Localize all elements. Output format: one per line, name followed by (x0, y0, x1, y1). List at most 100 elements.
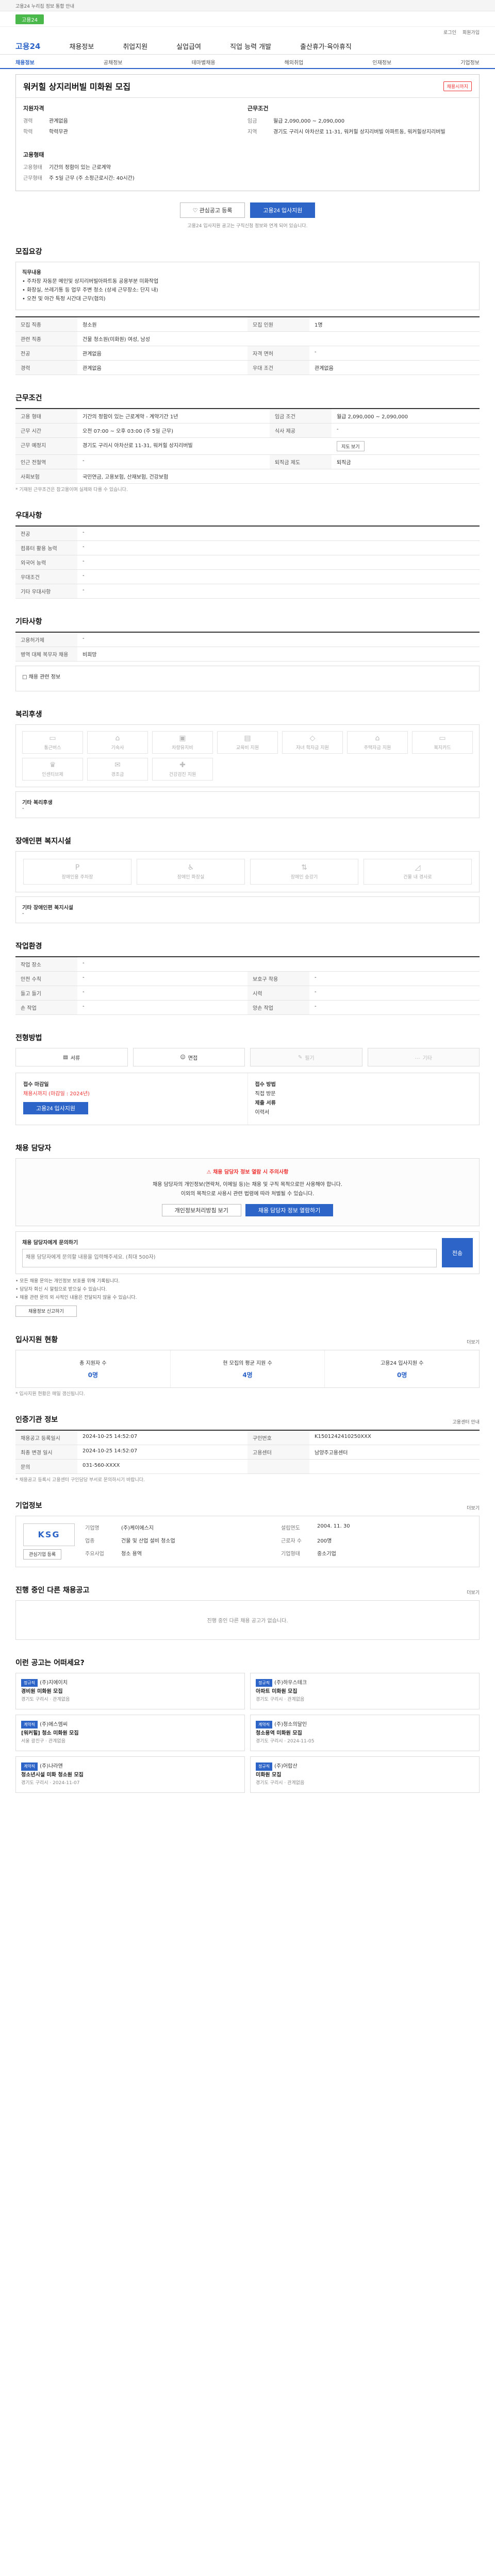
workenv-table: 작업 장소 - 안전 수칙 - 보호구 착용 - 들고 들기 - 시력 - 손 작업 - 양손 작… (15, 956, 480, 1015)
disability-other: 기타 장애인편 복지시설 - (15, 896, 480, 923)
welfare-item: ▣ 차량유지비 (152, 731, 213, 754)
cap-icon: ◇ (309, 734, 316, 742)
company-scrap-button[interactable]: 관심기업 등록 (23, 1549, 62, 1560)
gift-icon: ✉ (114, 761, 121, 769)
disability-item: ♿ 장애인 화장실 (137, 859, 245, 885)
banner-label[interactable]: 고용24 (15, 14, 44, 24)
company-logo: KSG (23, 1523, 75, 1546)
card-icon: ▭ (439, 734, 446, 742)
subnav-item-overseas[interactable]: 해외취업 (285, 58, 304, 66)
apply-info: 접수 마감일 채용시까지 (마감일 : 2024년) 고용24 입사지원 접수 … (15, 1073, 480, 1125)
subnav-item-public[interactable]: 공채정보 (104, 58, 123, 66)
home-loan-icon: ⌂ (375, 734, 380, 742)
util-bar: 로그인 회원가입 (0, 27, 495, 37)
applicants-stats: 총 지원자 수 0명 현 모집의 평균 지원 수 4명 고용24 입사지원 수 0명 (15, 1349, 480, 1388)
etc-section: 기타사항 고용허가제 - 병역 대체 복무자 채용 비희망 □ 채용 관련 정보 (15, 616, 480, 691)
prefs-section: 우대사항 전공 - 컴퓨터 활용 능력 - 외국어 능력 - 우대조건 - 기타 우대사… (15, 510, 480, 599)
disability-item: ◿ 건물 내 경사로 (364, 859, 472, 885)
regist-section: 인증기관 정보 고용센터 안내 채용공고 등록일시 2024-10-25 14:52… (15, 1415, 480, 1483)
pencil-icon: ✎ (298, 1054, 303, 1060)
summary-qualification: 지원자격 경력 관계없음 학력 학력무관 고용형태 고용형태 기간의 정함이 있는 근… (23, 105, 135, 181)
nav-item-benefits[interactable]: 실업급여 (176, 41, 201, 51)
table-row: 고용 형태 기간의 정함이 있는 근로계약 - 계약기간 1년 임금 조건 월급 2,… (15, 408, 480, 423)
welfare-item: ⌂ 주택자금 지원 (347, 731, 408, 754)
job-summary-card: 워커힐 상지리버빌 미화원 모집 채용시까지 지원자격 경력 관계없음 학력 학력무… (15, 74, 480, 191)
welfare-item: ▤ 교육비 지원 (217, 731, 278, 754)
table-row: 전공 - (15, 526, 480, 541)
health-icon: ✚ (179, 761, 186, 769)
apply-button[interactable]: 고용24 입사지원 (250, 202, 316, 218)
subnav-item-theme[interactable]: 테마별채용 (192, 58, 216, 66)
status-badge: 채용시까지 (443, 81, 472, 91)
applicants-section: 입사지원 현황 더보기 총 지원자 수 0명 현 모집의 평균 지원 수 4명 고용2… (15, 1335, 480, 1397)
method-written: ✎ 필기 (250, 1048, 362, 1066)
list-item[interactable]: 정규직 (주)하우스테크 아파트 미화원 모집 경기도 구리시 · 관계없음 (250, 1672, 480, 1709)
list-item[interactable]: 계약직 (주)나라앤 청소년시설 미화 청소원 모집 경기도 구리시 · 2024-1… (15, 1756, 245, 1793)
table-row: 들고 들기 - 시력 - (15, 986, 480, 1001)
signup-link[interactable]: 회원가입 (463, 29, 480, 36)
disability-grid: P 장애인용 주차장 ♿ 장애인 화장실 ⇅ 장애인 승강기 ◿ 건물 내 경사로 (15, 851, 480, 892)
table-row: 전공 관계없음 자격 면허 - (15, 346, 480, 361)
list-item[interactable]: 정규직 (주)어랍산 미화원 모집 경기도 구리시 · 관계없음 (250, 1756, 480, 1793)
job-title: 워커힐 상지리버빌 미화원 모집 (23, 82, 131, 92)
list-item[interactable]: 계약직 (주)청소의달인 청소용역 미화원 모집 경기도 구리시 · 2024-11-… (250, 1714, 480, 1752)
nav-item-jobs[interactable]: 채용정보 (69, 41, 94, 51)
duty-table: 모집 직종 청소원 모집 인원 1명 관련 직종 건물 청소원(미화원) 여성, 남성 … (15, 316, 480, 375)
report-button[interactable]: 채용정보 신고하기 (15, 1305, 77, 1317)
list-item[interactable]: 계약직 (주)에스엠씨 [워커힐] 청소 미화원 모집 서울 광진구 · 관계없음 (15, 1714, 245, 1752)
table-row: 병역 대체 복무자 채용 비희망 (15, 647, 480, 662)
duty-section: 모집요강 직무내용 • 주차장 자동문 메인및 상지리버빌아파트동 공용부분 미… (15, 246, 480, 375)
document-icon: ▤ (63, 1054, 68, 1060)
nav-item-leave[interactable]: 출산휴가·육아휴직 (300, 41, 352, 51)
subnav-item-talent[interactable]: 인재정보 (372, 58, 391, 66)
table-row: 고용허가제 - (15, 632, 480, 647)
welfare-item: ◇ 자녀 학자금 지원 (282, 731, 343, 754)
workenv-section: 작업환경 작업 장소 - 안전 수칙 - 보호구 착용 - 들고 들기 - 시력 - 손 작업… (15, 941, 480, 1015)
company-more-link[interactable]: 더보기 (467, 1504, 480, 1511)
work-note: * 기재된 근무조건은 참고용이며 실제와 다를 수 있습니다. (15, 487, 128, 493)
list-item[interactable]: 정규직 (주)지에이치 경비원 미화원 모집 경기도 구리시 · 관계없음 (15, 1672, 245, 1709)
nav-item-support[interactable]: 취업지원 (123, 41, 147, 51)
company-section: 기업정보 더보기 KSG 관심기업 등록 기업명 (주)케이에스지 설립연도 2004… (15, 1500, 480, 1567)
site-logo[interactable]: 고용24 (15, 41, 40, 52)
top-notice-bar: 고용24 누리집 정보 통합 안내 (0, 0, 495, 11)
table-row: 우대조건 - (15, 569, 480, 584)
subnav-item-company[interactable]: 기업정보 (460, 58, 480, 66)
privacy-button[interactable]: 개인정보처리방침 보기 (161, 1204, 241, 1216)
table-row: 컴퓨터 활용 능력 - (15, 540, 480, 555)
more-jobs-link[interactable]: 더보기 (467, 1589, 480, 1596)
login-link[interactable]: 로그인 (443, 29, 456, 36)
ramp-icon: ◿ (415, 863, 421, 872)
empty-message: 진행 중인 다른 채용 공고가 없습니다. (15, 1600, 480, 1640)
map-button[interactable]: 지도 보기 (336, 441, 365, 451)
table-row: 외국어 능력 - (15, 555, 480, 570)
apply-button-2[interactable]: 고용24 입사지원 (23, 1102, 89, 1114)
send-button[interactable]: 전송 (442, 1238, 473, 1267)
inquiry-form: 채용 담당자에게 문의하기 전송 (15, 1231, 480, 1274)
table-row: 근무 시간 오전 07:00 ~ 오후 03:00 (주 5일 근무) 식사 제공 - (15, 423, 480, 438)
nav-item-training[interactable]: 직업 능력 개발 (230, 41, 271, 51)
welfare-grid: ▭ 통근버스 ⌂ 기숙사 ▣ 차량유지비 ▤ 교육비 지원 ◇ 자녀 학자금 지원 ⌂ 주택… (15, 724, 480, 787)
subnav-item-jobs[interactable]: 채용정보 (15, 58, 35, 66)
welfare-item: ⌂ 기숙사 (87, 731, 148, 754)
more-icon: … (415, 1054, 420, 1060)
table-row: 모집 직종 청소원 모집 인원 1명 (15, 316, 480, 332)
applicants-more-link[interactable]: 더보기 (467, 1338, 480, 1345)
view-manager-button[interactable]: 채용 담당자 정보 열람하기 (245, 1204, 334, 1216)
method-section: 전형방법 ▤ 서류 ☺ 면접 ✎ 필기 … 기타 접수 마감일 채용시까지 (마감일 :… (15, 1032, 480, 1125)
more-jobs-section: 진행 중인 다른 채용공고 더보기 진행 중인 다른 채용 공고가 없습니다. (15, 1585, 480, 1640)
manager-alert: ⚠ 채용 담당자 정보 열람 시 주의사항 채용 담당자의 개인정보(연락처, … (15, 1158, 480, 1226)
table-row: 사회보험 국민연금, 고용보험, 산재보험, 건강보험 (15, 469, 480, 484)
house-icon: ⌂ (115, 734, 120, 742)
interview-icon: ☺ (180, 1054, 186, 1060)
welfare-section: 복리후생 ▭ 통근버스 ⌂ 기숙사 ▣ 차량유지비 ▤ 교육비 지원 ◇ 자녀 학자금 지… (15, 709, 480, 818)
work-section: 근무조건 고용 형태 기간의 정함이 있는 근로계약 - 계약기간 1년 임금 조건… (15, 393, 480, 493)
disability-item: P 장애인용 주차장 (23, 859, 131, 885)
table-row: 경력 관계없음 우대 조건 관계없음 (15, 360, 480, 375)
inquiry-textarea[interactable] (22, 1249, 437, 1267)
method-interview: ☺ 면접 (133, 1048, 245, 1066)
center-info-link[interactable]: 고용센터 안내 (452, 1418, 480, 1425)
method-steps: ▤ 서류 ☺ 면접 ✎ 필기 … 기타 (15, 1048, 480, 1066)
scrap-button[interactable]: ♡ 관심공고 등록 (179, 202, 245, 218)
apply-note: 고용24 입사지원 공고는 구직신청 정보와 연계 되어 있습니다. (187, 224, 308, 229)
